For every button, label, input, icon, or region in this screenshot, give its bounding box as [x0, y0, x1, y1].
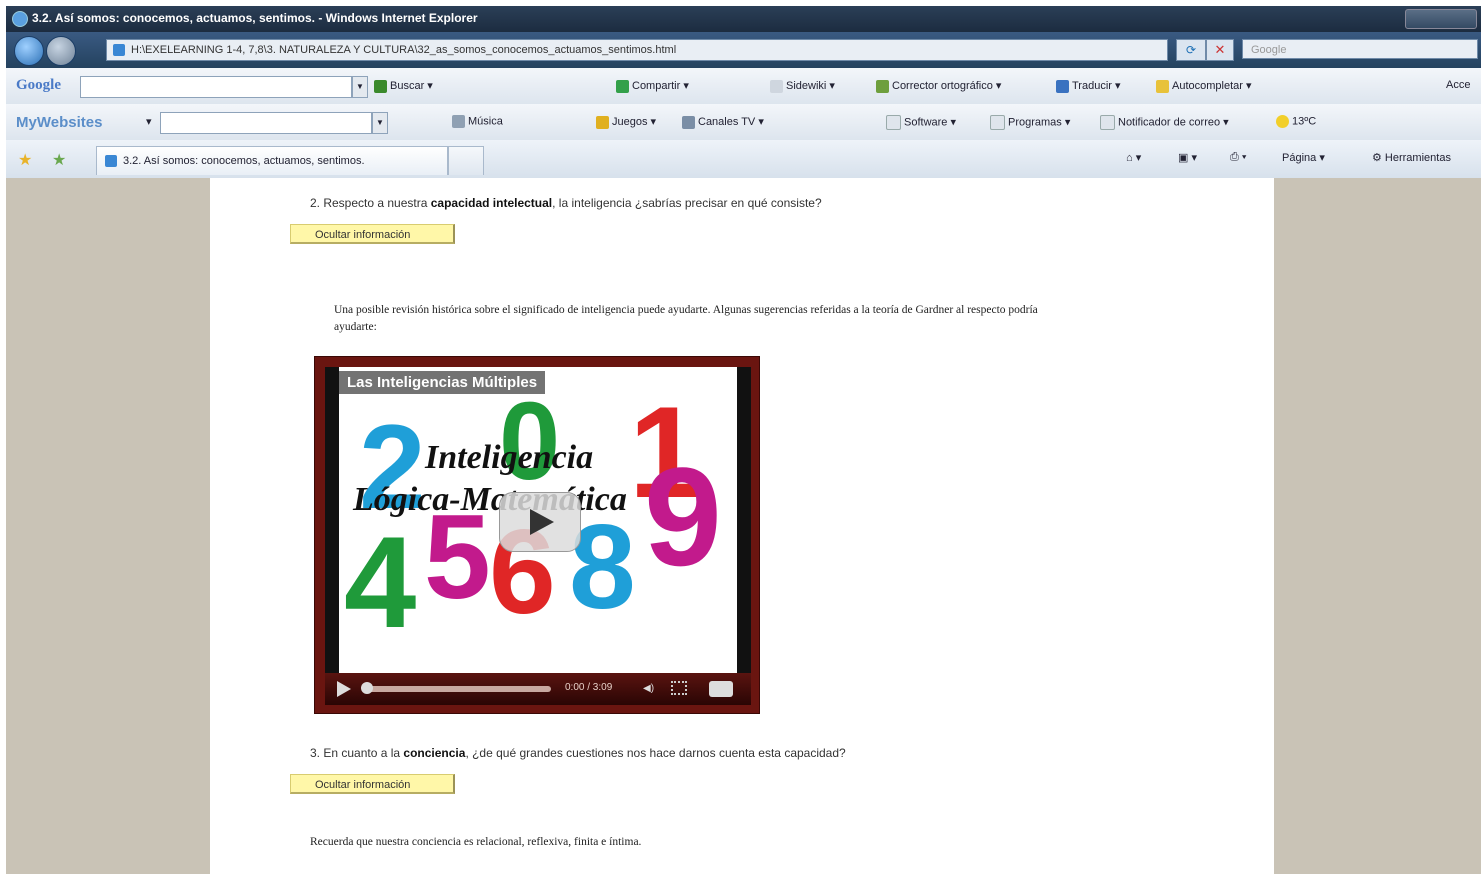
- video-time: 0:00 / 3:09: [565, 682, 613, 693]
- sun-icon: [1276, 115, 1289, 128]
- youtube-logo-icon[interactable]: [709, 681, 733, 697]
- content-column: 2. Respecto a nuestra capacidad intelect…: [210, 178, 1274, 874]
- programs-icon: [990, 115, 1005, 130]
- mywebsites-toolbar: MyWebsites ▾ ▼ Música Juegos ▾ Canales T…: [6, 104, 1481, 141]
- spellcheck-icon: [876, 79, 889, 93]
- hint-2: Recuerda que nuestra conciencia es relac…: [310, 836, 642, 848]
- stop-button[interactable]: ✕: [1206, 39, 1234, 61]
- autofill-icon: [1156, 79, 1169, 93]
- autofill-button[interactable]: Autocompletar ▾: [1156, 79, 1252, 93]
- question-3: 3. En cuanto a la conciencia, ¿de qué gr…: [310, 746, 846, 760]
- translate-button[interactable]: Traducir ▾: [1056, 79, 1121, 93]
- spellcheck-button[interactable]: Corrector ortográfico ▾: [876, 79, 1001, 93]
- share-icon: [616, 79, 629, 93]
- translate-icon: [1056, 79, 1069, 93]
- address-row: H:\EXELEARNING 1-4, 7,8\3. NATURALEZA Y …: [6, 32, 1481, 68]
- video-screen[interactable]: 2 1 0 4 5 6 8 9 Inteligencia Lógica-Mate…: [339, 367, 737, 673]
- tabs-bar: ★ ★ 3.2. Así somos: conocemos, actuamos,…: [6, 140, 1481, 179]
- home-icon[interactable]: ⌂ ▾: [1126, 151, 1141, 164]
- print-icon[interactable]: ⎙ ▾: [1230, 151, 1246, 164]
- hide-info-button-2[interactable]: Ocultar información: [290, 774, 455, 794]
- hint-1: Una posible revisión histórica sobre el …: [334, 304, 1038, 316]
- add-favorites-icon[interactable]: ★: [52, 150, 66, 170]
- programas-button[interactable]: Programas ▾: [990, 115, 1070, 130]
- video-frame: 2 1 0 4 5 6 8 9 Inteligencia Lógica-Mate…: [325, 367, 751, 705]
- play-icon[interactable]: [337, 681, 351, 697]
- new-tab-button[interactable]: [448, 146, 484, 175]
- mywebsites-search-dropdown[interactable]: ▼: [372, 112, 388, 134]
- address-url: H:\EXELEARNING 1-4, 7,8\3. NATURALEZA Y …: [131, 44, 677, 56]
- hint-1-continued: ayudarte:: [334, 321, 377, 333]
- fullscreen-icon[interactable]: [671, 681, 687, 695]
- buscar-button[interactable]: Buscar ▾: [374, 79, 433, 93]
- page-icon: [113, 44, 125, 57]
- page-icon: [105, 155, 117, 168]
- software-icon: [886, 115, 901, 130]
- video-overlay-title: Las Inteligencias Múltiples: [339, 371, 546, 394]
- forward-button[interactable]: [46, 36, 76, 66]
- music-icon: [452, 115, 465, 128]
- mywebsites-logo: MyWebsites: [16, 114, 103, 131]
- play-overlay-button[interactable]: [499, 492, 581, 552]
- window-title: 3.2. Así somos: conocemos, actuamos, sen…: [32, 11, 478, 25]
- search-input[interactable]: Google: [1242, 39, 1478, 59]
- weather-button[interactable]: 13ºC: [1276, 115, 1316, 128]
- window-title-bar: 3.2. Así somos: conocemos, actuamos, sen…: [6, 6, 1481, 32]
- mywebsites-search-input[interactable]: [160, 112, 372, 134]
- mywebsites-dropdown[interactable]: ▾: [146, 115, 152, 128]
- window-controls[interactable]: [1405, 9, 1477, 29]
- access-button[interactable]: Acce: [1446, 79, 1470, 91]
- ie-logo-icon: [12, 11, 28, 27]
- video-player[interactable]: 2 1 0 4 5 6 8 9 Inteligencia Lógica-Mate…: [314, 356, 760, 714]
- herramientas-menu[interactable]: ⚙ Herramientas: [1372, 151, 1451, 164]
- google-logo: Google: [16, 77, 61, 93]
- hide-info-button-1[interactable]: Ocultar información: [290, 224, 455, 244]
- tv-icon: [682, 115, 695, 129]
- digit-4: 4: [344, 509, 417, 655]
- feeds-icon[interactable]: ▣ ▾: [1178, 151, 1197, 164]
- favorites-star-icon[interactable]: ★: [18, 150, 32, 170]
- canales-tv-button[interactable]: Canales TV ▾: [682, 115, 764, 129]
- pagina-menu[interactable]: Página ▾: [1282, 151, 1325, 164]
- page-viewport: 2. Respecto a nuestra capacidad intelect…: [6, 178, 1481, 874]
- video-controls: 0:00 / 3:09 ◀): [325, 673, 751, 705]
- sidewiki-icon: [770, 79, 783, 93]
- back-button[interactable]: [14, 36, 44, 66]
- google-search-dropdown[interactable]: ▼: [352, 76, 368, 98]
- video-text-line2: Lógica-Matemática: [353, 481, 627, 518]
- seek-bar[interactable]: [363, 686, 551, 692]
- google-search-input[interactable]: [80, 76, 352, 98]
- search-icon: [374, 79, 387, 93]
- video-text-line1: Inteligencia: [425, 439, 594, 476]
- musica-button[interactable]: Música: [452, 115, 503, 128]
- google-toolbar: Google ▼ Buscar ▾ Compartir ▾ Sidewiki ▾…: [6, 68, 1481, 105]
- tab-current[interactable]: 3.2. Así somos: conocemos, actuamos, sen…: [96, 146, 448, 175]
- sidewiki-button[interactable]: Sidewiki ▾: [770, 79, 835, 93]
- seek-handle[interactable]: [361, 682, 373, 694]
- refresh-button[interactable]: ⟳: [1176, 39, 1206, 61]
- software-button[interactable]: Software ▾: [886, 115, 956, 130]
- mail-notifier-button[interactable]: Notificador de correo ▾: [1100, 115, 1229, 130]
- address-field[interactable]: H:\EXELEARNING 1-4, 7,8\3. NATURALEZA Y …: [106, 39, 1168, 61]
- digit-9: 9: [644, 438, 722, 595]
- juegos-button[interactable]: Juegos ▾: [596, 115, 656, 129]
- mail-icon: [1100, 115, 1115, 130]
- compartir-button[interactable]: Compartir ▾: [616, 79, 689, 93]
- volume-icon[interactable]: ◀): [643, 683, 654, 694]
- trophy-icon: [596, 115, 609, 129]
- question-2: 2. Respecto a nuestra capacidad intelect…: [310, 196, 822, 210]
